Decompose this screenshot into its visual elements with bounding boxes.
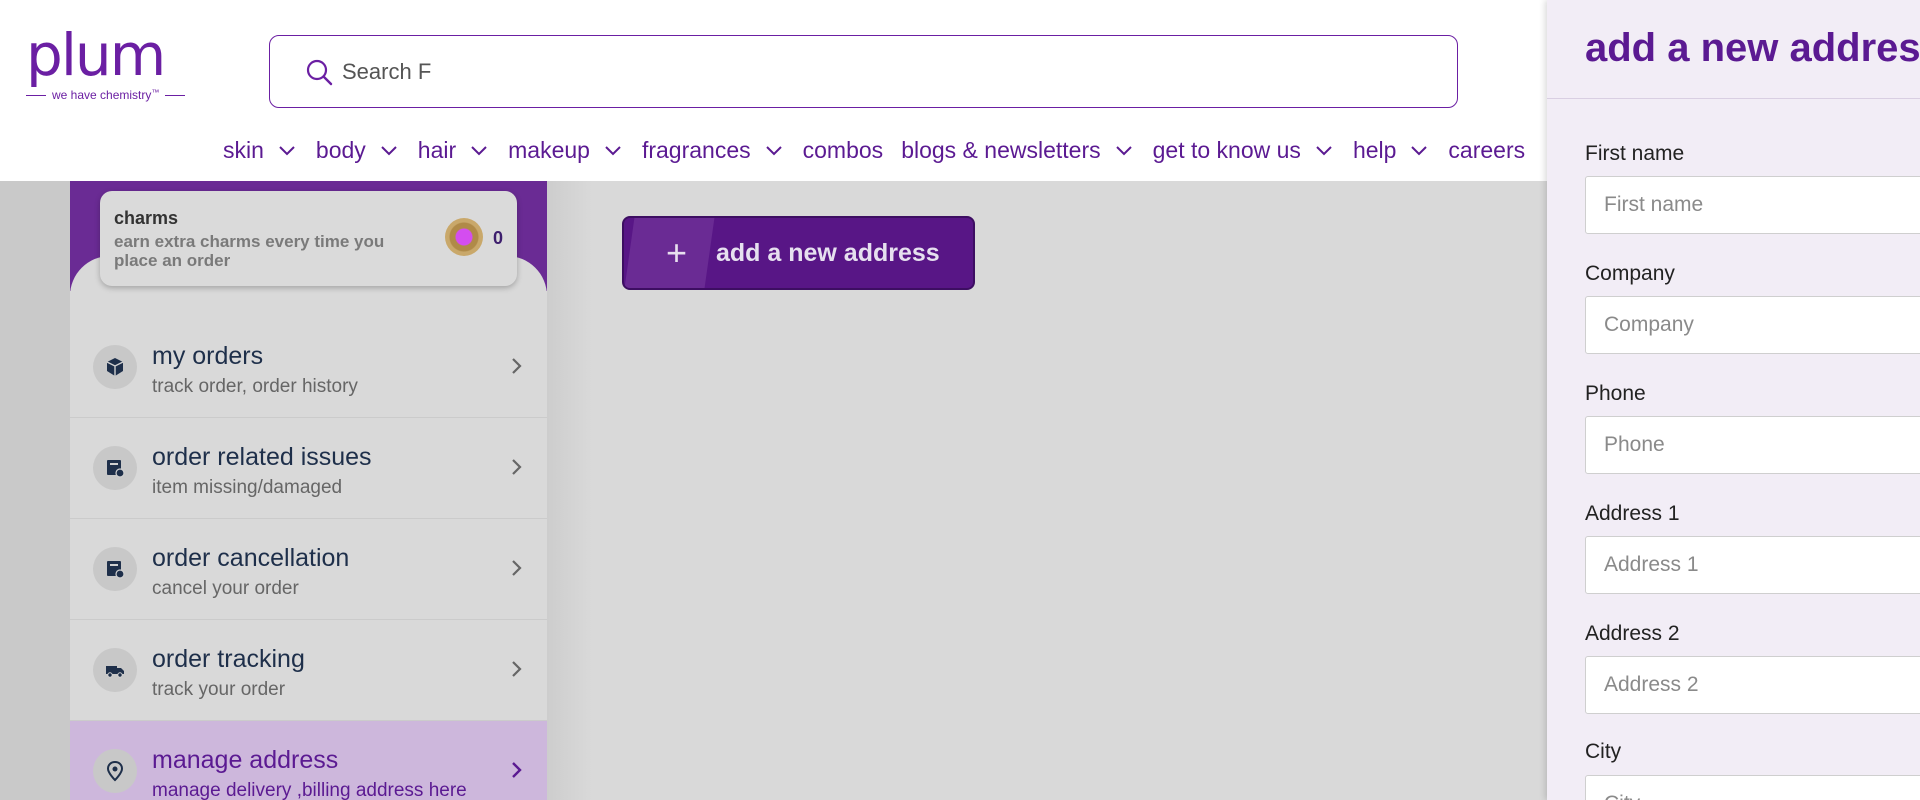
chevron-down-icon <box>1411 146 1428 156</box>
chevron-down-icon <box>1115 146 1132 156</box>
logo-wordmark: plum <box>26 21 166 89</box>
menu-item-title: manage address <box>152 746 339 774</box>
phone-field[interactable] <box>1585 416 1920 474</box>
address1-field[interactable] <box>1585 536 1920 594</box>
nav-item-body[interactable]: body <box>316 137 400 164</box>
plus-icon: + <box>666 232 688 273</box>
issue-icon <box>93 446 137 490</box>
page-gutter <box>0 181 70 800</box>
charms-subtitle: earn extra charms every time you place a… <box>114 232 385 270</box>
logo-tagline: we have chemistry ™ <box>26 88 186 102</box>
nav-item-hair[interactable]: hair <box>418 137 490 164</box>
chevron-right-icon <box>512 459 522 475</box>
truck-icon <box>93 648 137 692</box>
first-name-label: First name <box>1585 142 1685 165</box>
chevron-down-icon <box>605 146 621 156</box>
nav-label: blogs & newsletters <box>901 136 1101 163</box>
menu-item-order-related-issues[interactable]: order related issues item missing/damage… <box>70 418 547 519</box>
company-label: Company <box>1585 262 1675 285</box>
tagline-rule-left <box>26 94 46 96</box>
search-icon <box>306 59 333 85</box>
address2-field[interactable] <box>1585 656 1920 714</box>
menu-item-subtitle: item missing/damaged <box>152 477 343 498</box>
nav-label: careers <box>1448 136 1526 163</box>
menu-item-my-orders[interactable]: my orders track order, order history <box>70 317 547 418</box>
box-icon <box>93 345 137 389</box>
account-menu: my orders track order, order history ord… <box>70 317 547 800</box>
chevron-down-icon <box>471 146 487 156</box>
nav-item-makeup[interactable]: makeup <box>508 137 624 164</box>
add-address-drawer: add a new address First name Company Pho… <box>1547 0 1920 800</box>
menu-item-manage-address[interactable]: manage address manage delivery ,billing … <box>70 721 547 800</box>
phone-label: Phone <box>1585 382 1646 405</box>
tagline-rule-right <box>165 94 186 96</box>
add-new-address-button[interactable]: + add a new address <box>622 216 975 290</box>
nav-item-careers[interactable]: careers <box>1448 137 1525 164</box>
menu-item-subtitle: track your order <box>152 679 286 700</box>
cancel-icon <box>93 547 137 591</box>
location-pin-icon <box>93 749 137 793</box>
menu-item-subtitle: track order, order history <box>152 376 358 397</box>
main-nav: skin body hair makeup fragrances combos … <box>223 132 1543 168</box>
city-label: City <box>1585 740 1622 763</box>
nav-item-combos[interactable]: combos <box>803 137 884 164</box>
menu-item-subtitle: cancel your order <box>152 578 299 599</box>
search-bar[interactable] <box>269 35 1458 108</box>
add-new-address-label: add a new address <box>716 238 940 267</box>
charms-card[interactable]: charms earn extra charms every time you … <box>100 191 517 286</box>
drawer-title: add a new address <box>1585 26 1920 70</box>
tagline-text: we have chemistry <box>52 88 152 102</box>
nav-label: skin <box>223 136 264 163</box>
first-name-field[interactable] <box>1585 176 1920 234</box>
nav-label: combos <box>802 136 884 163</box>
nav-item-fragrances[interactable]: fragrances <box>642 137 785 164</box>
chevron-down-icon <box>381 146 397 156</box>
chevron-right-icon <box>512 762 522 778</box>
plum-logo[interactable]: plum we have chemistry ™ <box>26 24 186 116</box>
menu-item-title: order cancellation <box>152 544 350 572</box>
tagline-tm: ™ <box>151 87 160 97</box>
nav-label: get to know us <box>1152 136 1301 163</box>
chevron-right-icon <box>512 560 522 576</box>
charms-title: charms <box>114 208 179 228</box>
menu-item-order-cancellation[interactable]: order cancellation cancel your order <box>70 519 547 620</box>
chevron-right-icon <box>512 661 522 677</box>
company-field[interactable] <box>1585 296 1920 354</box>
chevron-down-icon <box>1316 146 1332 156</box>
chevron-right-icon <box>512 358 522 374</box>
menu-item-subtitle: manage delivery ,billing address here <box>152 780 467 800</box>
address1-label: Address 1 <box>1585 502 1680 525</box>
nav-label: makeup <box>508 136 590 163</box>
drawer-divider <box>1547 98 1920 99</box>
menu-item-title: order tracking <box>152 645 305 673</box>
chevron-down-icon <box>279 146 295 156</box>
nav-item-skin[interactable]: skin <box>223 137 298 164</box>
nav-label: fragrances <box>641 136 751 163</box>
city-field[interactable] <box>1585 775 1920 800</box>
nav-label: help <box>1352 136 1397 163</box>
menu-item-title: order related issues <box>152 443 372 471</box>
search-input[interactable] <box>342 58 1242 85</box>
nav-item-get-to-know-us[interactable]: get to know us <box>1153 137 1335 164</box>
charms-count: 0 <box>492 228 503 248</box>
menu-item-title: my orders <box>152 342 264 370</box>
nav-item-blogs[interactable]: blogs & newsletters <box>901 137 1134 164</box>
chevron-down-icon <box>765 146 782 156</box>
menu-item-order-tracking[interactable]: order tracking track your order <box>70 620 547 721</box>
nav-item-help[interactable]: help <box>1353 137 1430 164</box>
nav-label: body <box>315 136 366 163</box>
account-sidebar: charms earn extra charms every time you … <box>70 181 547 800</box>
content-divider-shadow <box>547 181 592 800</box>
nav-label: hair <box>417 136 457 163</box>
charm-coin-icon <box>445 218 483 256</box>
address2-label: Address 2 <box>1585 622 1680 645</box>
